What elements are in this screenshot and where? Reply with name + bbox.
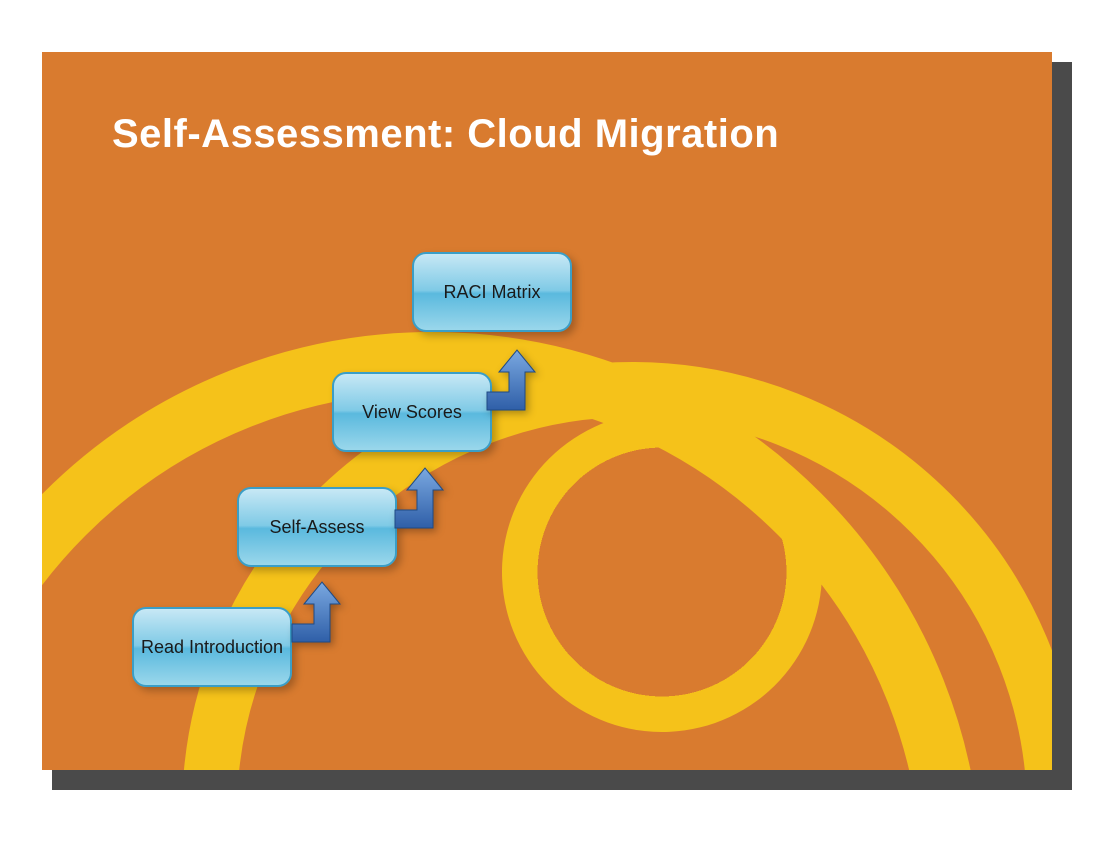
step-read-introduction[interactable]: Read Introduction: [132, 607, 292, 687]
step-view-scores[interactable]: View Scores: [332, 372, 492, 452]
arrow-up-icon: [282, 574, 342, 644]
slide-panel: Self-Assessment: Cloud Migration Read In…: [42, 52, 1052, 770]
slide-title: Self-Assessment: Cloud Migration: [112, 112, 779, 157]
step-self-assess[interactable]: Self-Assess: [237, 487, 397, 567]
arrow-up-icon: [477, 342, 537, 412]
step-label: View Scores: [362, 401, 462, 424]
step-raci-matrix[interactable]: RACI Matrix: [412, 252, 572, 332]
arrow-up-icon: [385, 460, 445, 530]
step-label: Self-Assess: [269, 516, 364, 539]
step-label: RACI Matrix: [443, 281, 540, 304]
step-label: Read Introduction: [141, 636, 283, 659]
